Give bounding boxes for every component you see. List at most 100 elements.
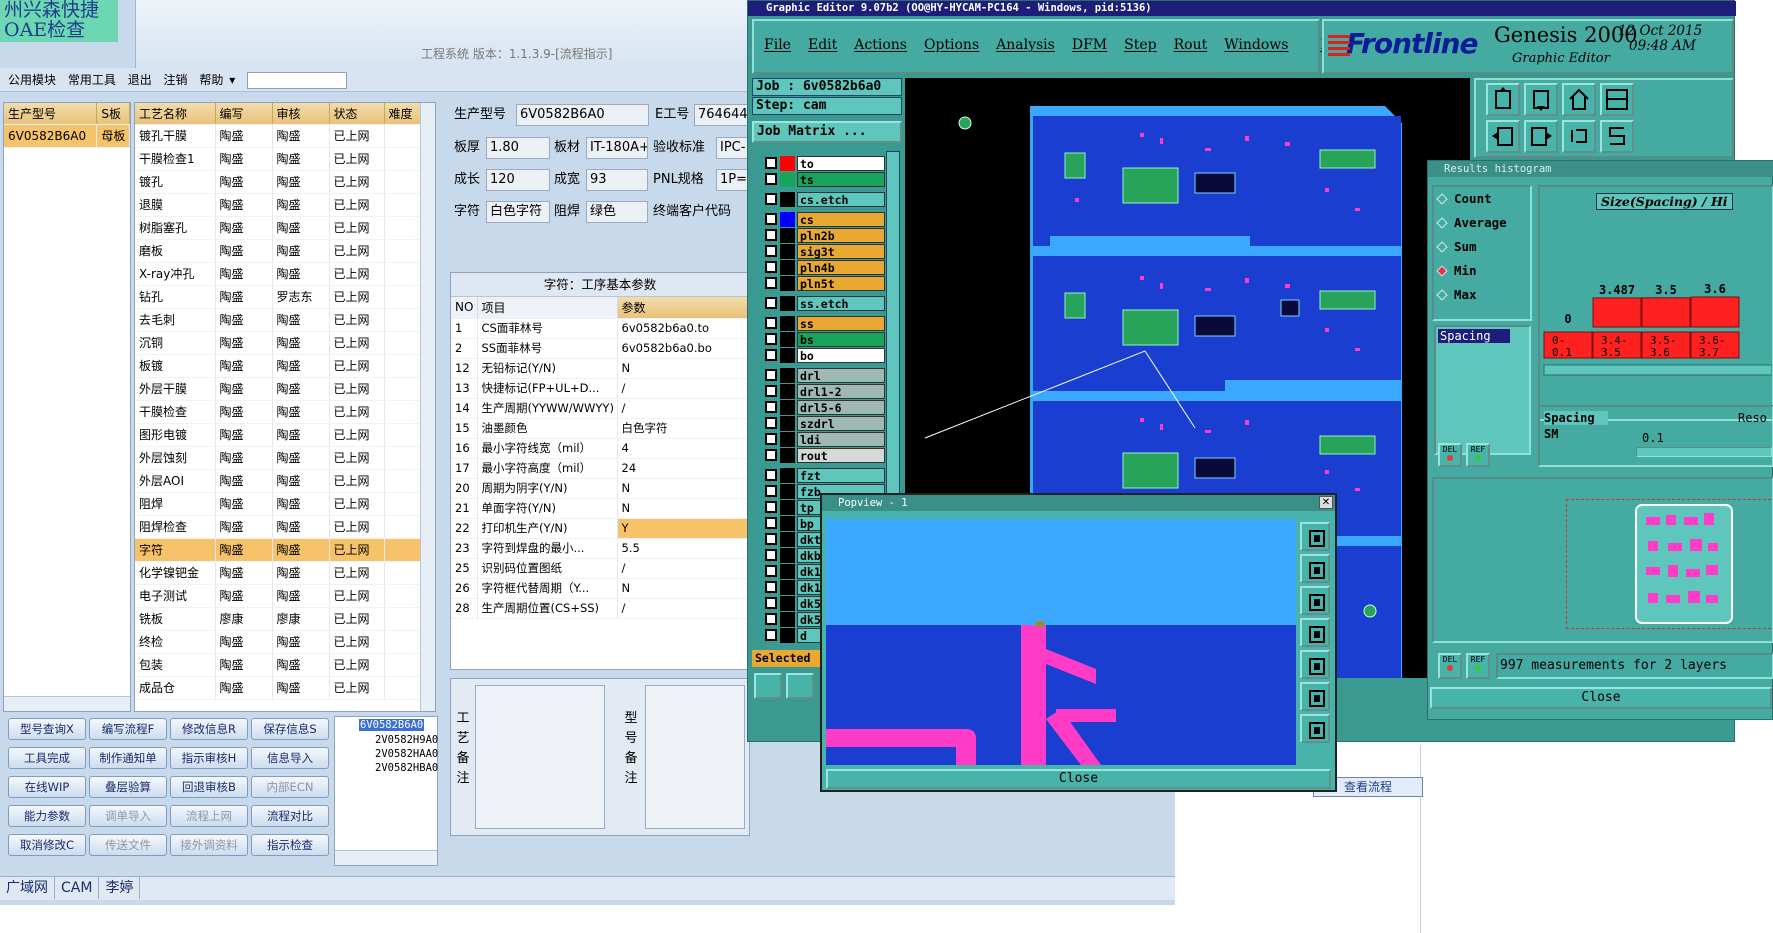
layer-row[interactable]: bo	[765, 348, 885, 363]
table-row[interactable]: 1 CS面菲林号 6v0582b6a0.to	[451, 318, 749, 339]
layer-checkbox[interactable]	[765, 277, 777, 289]
table-row[interactable]: 14 生产周期(YYWW/WWYY) /	[451, 398, 749, 419]
horizontal-scrollbar[interactable]	[335, 850, 437, 865]
zoom-home-icon[interactable]	[1300, 554, 1330, 583]
layer-checkbox[interactable]	[765, 213, 777, 225]
action-button[interactable]: 取消修改C	[8, 834, 86, 856]
action-button[interactable]: 传送文件	[89, 834, 167, 856]
genesis-menu-file[interactable]: File	[764, 37, 791, 53]
layer-checkbox[interactable]	[765, 533, 777, 545]
action-button[interactable]: 工具完成	[8, 747, 86, 769]
layer-row[interactable]: drl	[765, 368, 885, 383]
genesis-menu-windows[interactable]: Windows	[1224, 37, 1288, 53]
layer-row[interactable]: sig3t	[765, 244, 885, 259]
del-button[interactable]: DEL	[1438, 443, 1462, 467]
action-button[interactable]: 回退审核B	[170, 776, 248, 798]
table-row[interactable]: 12 无铅标记(Y/N) N	[451, 358, 749, 379]
layer-checkbox[interactable]	[765, 629, 777, 641]
layer-row[interactable]: drl1-2	[765, 384, 885, 399]
action-button[interactable]: 能力参数	[8, 805, 86, 827]
layer-checkbox[interactable]	[765, 193, 777, 205]
mode-option-average[interactable]: Average	[1436, 215, 1507, 230]
histogram-scrollbar[interactable]	[1543, 364, 1772, 376]
table-row[interactable]: 25 识别码位置图纸 /	[451, 558, 749, 579]
radio-diamond-icon[interactable]	[1436, 289, 1448, 301]
ref-button-2[interactable]: REF	[1466, 653, 1490, 679]
table-row[interactable]: 16 最小字符线宽（mil） 4	[451, 438, 749, 459]
col-header-reviewer[interactable]: 审核	[272, 103, 330, 125]
action-button[interactable]: 制作通知单	[89, 747, 167, 769]
mode-option-min[interactable]: Min	[1436, 263, 1477, 278]
layer-row[interactable]: drl5-6	[765, 400, 885, 415]
table-row[interactable]: 终检 陶盛 陶盛 已上网	[135, 630, 435, 654]
col-header-param[interactable]: 参数	[617, 297, 749, 319]
thickness-field[interactable]: 1.80	[486, 137, 550, 159]
layer-checkbox[interactable]	[765, 333, 777, 345]
action-button[interactable]: 内部ECN	[251, 776, 329, 798]
table-row[interactable]: 21 单面字符(Y/N) N	[451, 498, 749, 519]
layer-row[interactable]: pln5t	[765, 276, 885, 291]
material-field[interactable]: IT-180A+	[586, 137, 648, 159]
radio-diamond-icon[interactable]	[1436, 193, 1448, 205]
window-split-icon[interactable]	[1600, 83, 1634, 116]
layer-checkbox[interactable]	[765, 401, 777, 413]
layer-row[interactable]: pln4b	[765, 260, 885, 275]
mode-option-max[interactable]: Max	[1436, 287, 1477, 302]
horizontal-scrollbar[interactable]	[4, 696, 130, 711]
layer-checkbox[interactable]	[765, 173, 777, 185]
close-icon[interactable]: ✕	[1319, 496, 1333, 509]
layer-checkbox[interactable]	[765, 157, 777, 169]
radio-diamond-icon[interactable]	[1436, 217, 1448, 229]
table-row[interactable]: 电子测试 陶盛 陶盛 已上网	[135, 584, 435, 608]
table-row[interactable]: 阻焊检查 陶盛 陶盛 已上网	[135, 515, 435, 539]
module-combo[interactable]	[247, 72, 348, 89]
layer-checkbox[interactable]	[765, 549, 777, 561]
col-header-sboard[interactable]: S板	[96, 103, 130, 125]
model-remark-box[interactable]	[645, 685, 745, 829]
menu-item-logout[interactable]: 注销	[164, 68, 188, 92]
layer-row[interactable]: ss.etch	[765, 296, 885, 311]
table-row[interactable]: 字符 陶盛 陶盛 已上网	[135, 538, 435, 562]
popview-canvas[interactable]	[826, 519, 1296, 765]
col-header-author[interactable]: 编写	[215, 103, 273, 125]
menu-item-exit[interactable]: 退出	[128, 68, 152, 92]
action-button[interactable]: 在线WIP	[8, 776, 86, 798]
width-field[interactable]: 93	[586, 169, 648, 191]
action-button[interactable]: 指示检查	[251, 834, 329, 856]
layer-row[interactable]: szdrl	[765, 416, 885, 431]
action-button[interactable]: 信息导入	[251, 747, 329, 769]
layer-checkbox[interactable]	[765, 229, 777, 241]
layer-checkbox[interactable]	[765, 517, 777, 529]
layer-row[interactable]: bs	[765, 332, 885, 347]
pan-left-icon[interactable]	[1486, 120, 1520, 153]
genesis-menu-edit[interactable]: Edit	[808, 37, 837, 53]
radio-diamond-icon[interactable]	[1436, 265, 1448, 277]
genesis-menu-analysis[interactable]: Analysis	[996, 37, 1055, 53]
table-row[interactable]: 成品仓 陶盛 陶盛 已上网	[135, 676, 435, 700]
job-matrix-button[interactable]: Job Matrix ...	[752, 121, 902, 143]
layer-checkbox[interactable]	[765, 597, 777, 609]
layer-checkbox[interactable]	[765, 613, 777, 625]
ref-button[interactable]: REF	[1466, 443, 1490, 467]
col-header-model[interactable]: 生产型号	[4, 103, 98, 125]
table-row[interactable]: 2 SS面菲林号 6v0582b6a0.bo	[451, 338, 749, 359]
table-row[interactable]: 包装 陶盛 陶盛 已上网	[135, 653, 435, 677]
measure-list[interactable]: Spacing	[1434, 325, 1531, 455]
zoom-extent-icon[interactable]	[1300, 714, 1330, 743]
table-row[interactable]: 退膜 陶盛 陶盛 已上网	[135, 193, 435, 217]
action-button[interactable]: 编写流程F	[89, 718, 167, 740]
layer-checkbox[interactable]	[765, 449, 777, 461]
table-row[interactable]: 17 最小字符高度（mil） 24	[451, 458, 749, 479]
action-button[interactable]: 指示审核H	[170, 747, 248, 769]
layer-row[interactable]: cs	[765, 212, 885, 227]
table-row[interactable]: 外层AOI 陶盛 陶盛 已上网	[135, 469, 435, 493]
action-button[interactable]: 调单导入	[89, 805, 167, 827]
layer-row[interactable]: fzt	[765, 468, 885, 483]
mask-field[interactable]: 绿色	[586, 201, 648, 223]
table-row[interactable]: 阻焊 陶盛 陶盛 已上网	[135, 492, 435, 516]
col-header-status[interactable]: 状态	[329, 103, 385, 125]
layer-checkbox[interactable]	[765, 385, 777, 397]
table-row[interactable]: 镀孔 陶盛 陶盛 已上网	[135, 170, 435, 194]
layer-checkbox[interactable]	[765, 433, 777, 445]
table-row[interactable]: 外层干膜 陶盛 陶盛 已上网	[135, 377, 435, 401]
